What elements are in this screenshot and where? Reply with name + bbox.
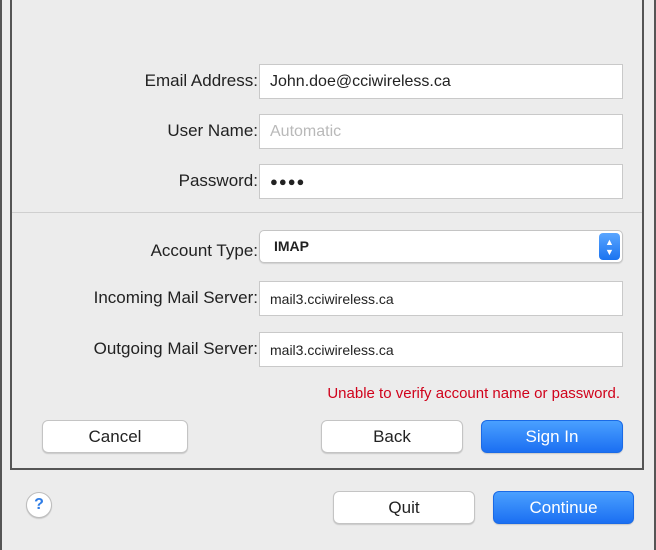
account-type-row: Account Type: IMAP ▲ ▼ bbox=[12, 230, 642, 270]
section-divider bbox=[12, 212, 642, 213]
chevron-up-down-icon: ▲ ▼ bbox=[599, 233, 620, 260]
email-label: Email Address: bbox=[144, 71, 258, 90]
account-setup-sheet: Email Address: John.doe@cciwireless.ca U… bbox=[10, 0, 644, 470]
outgoing-server-field[interactable]: mail3.cciwireless.ca bbox=[259, 332, 623, 367]
incoming-server-field[interactable]: mail3.cciwireless.ca bbox=[259, 281, 623, 316]
incoming-server-label: Incoming Mail Server: bbox=[93, 288, 258, 307]
help-icon[interactable]: ? bbox=[26, 492, 52, 518]
username-label: User Name: bbox=[167, 121, 258, 140]
account-type-select[interactable]: IMAP ▲ ▼ bbox=[259, 230, 623, 263]
account-type-value: IMAP bbox=[274, 238, 309, 254]
email-field[interactable]: John.doe@cciwireless.ca bbox=[259, 64, 623, 99]
continue-button[interactable]: Continue bbox=[493, 491, 634, 524]
cancel-button[interactable]: Cancel bbox=[42, 420, 188, 453]
account-type-label: Account Type: bbox=[150, 241, 258, 260]
password-label: Password: bbox=[178, 171, 258, 190]
sign-in-button[interactable]: Sign In bbox=[481, 420, 623, 453]
outgoing-server-row: Outgoing Mail Server: mail3.cciwireless.… bbox=[12, 332, 642, 372]
password-field[interactable]: ●●●● bbox=[259, 164, 623, 199]
email-row: Email Address: John.doe@cciwireless.ca bbox=[12, 64, 642, 104]
username-field[interactable]: Automatic bbox=[259, 114, 623, 149]
error-message: Unable to verify account name or passwor… bbox=[327, 385, 620, 402]
incoming-server-row: Incoming Mail Server: mail3.cciwireless.… bbox=[12, 281, 642, 321]
password-row: Password: ●●●● bbox=[12, 164, 642, 204]
outgoing-server-label: Outgoing Mail Server: bbox=[93, 339, 258, 358]
quit-button[interactable]: Quit bbox=[333, 491, 475, 524]
back-button[interactable]: Back bbox=[321, 420, 463, 453]
username-row: User Name: Automatic bbox=[12, 114, 642, 154]
